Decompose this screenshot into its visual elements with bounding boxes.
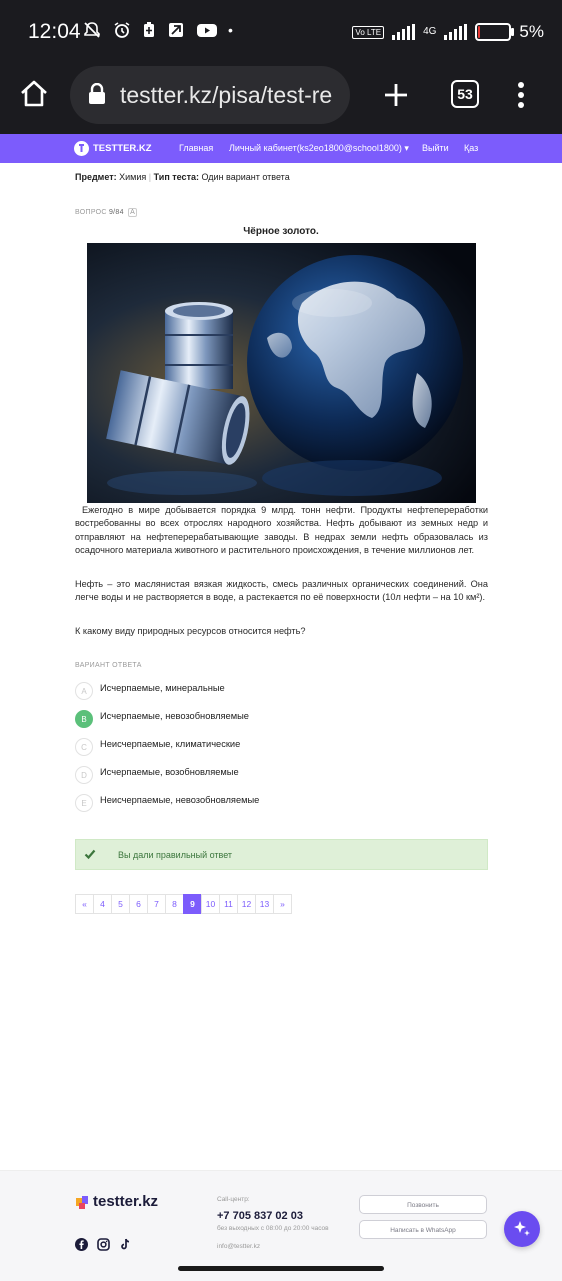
option-b-text[interactable]: Исчерпаемые, невозобновляемые [100, 711, 249, 721]
nav-logout[interactable]: Выйти [422, 143, 449, 153]
page-link[interactable]: 4 [93, 894, 112, 914]
sparkle-assistant-button[interactable] [504, 1211, 540, 1247]
email-link[interactable]: info@testter.kz [217, 1243, 260, 1250]
more-notifications-icon: • [228, 22, 233, 38]
question-image [87, 243, 476, 503]
subject-value: Химия [119, 172, 147, 182]
pagination: « 4 5 6 7 8 9 10 11 12 13 » [75, 894, 292, 914]
subject-label: Предмет: [75, 172, 117, 182]
volte-badge: Vo LTE [352, 25, 385, 39]
mute-icon [82, 20, 102, 45]
option-c-marker[interactable]: C [75, 738, 93, 756]
test-meta: Предмет: Химия | Тип теста: Один вариант… [75, 172, 290, 182]
page-link[interactable]: 12 [237, 894, 256, 914]
page-link[interactable]: 7 [147, 894, 166, 914]
option-e-marker[interactable]: E [75, 794, 93, 812]
page-link[interactable]: 6 [129, 894, 148, 914]
page-link[interactable]: 13 [255, 894, 274, 914]
brand-logo-icon[interactable] [74, 141, 89, 156]
url-text[interactable]: testter.kz/pisa/test-re [120, 82, 342, 109]
footer-logo-icon[interactable] [74, 1194, 90, 1215]
page-prev[interactable]: « [75, 894, 94, 914]
kebab-menu-icon[interactable] [514, 81, 528, 114]
call-center-label: Call-центр: [217, 1196, 250, 1203]
youtube-icon [196, 20, 218, 45]
check-icon [84, 848, 96, 863]
page-link[interactable]: 8 [165, 894, 184, 914]
work-hours: без выходных с 08:00 до 20:00 часов [217, 1225, 329, 1232]
footer-logo-text[interactable]: testter.kz [93, 1193, 158, 1210]
page-link[interactable]: 5 [111, 894, 130, 914]
phone-number[interactable]: +7 705 837 02 03 [217, 1210, 303, 1222]
nav-language[interactable]: Қаз [464, 143, 478, 153]
question-counter: ВОПРОС 9/84 A [75, 208, 138, 217]
page-next[interactable]: » [273, 894, 292, 914]
question-paragraph-2: Нефть – это маслянистая вязкая жидкость,… [75, 579, 488, 603]
whatsapp-button[interactable]: Написать в WhatsApp [359, 1220, 487, 1239]
page-link[interactable]: 11 [219, 894, 238, 914]
signal-icon-2 [444, 24, 468, 40]
result-text: Вы дали правильный ответ [118, 850, 233, 860]
brand-name[interactable]: TESTTER.KZ [93, 143, 152, 154]
type-value: Один вариант ответа [201, 172, 290, 182]
network-type: 4G [423, 26, 437, 37]
option-e-text[interactable]: Неисчерпаемые, невозобновляемые [100, 795, 259, 805]
type-label: Тип теста: [153, 172, 199, 182]
battery-percent: 5% [519, 22, 544, 41]
tiktok-icon[interactable] [119, 1238, 132, 1251]
facebook-icon[interactable] [75, 1238, 88, 1251]
battery-saver-icon [142, 20, 156, 45]
page-link[interactable]: 10 [201, 894, 220, 914]
question-counter-prefix: ВОПРОС [75, 209, 107, 216]
alarm-icon [112, 20, 132, 45]
plus-icon[interactable] [382, 81, 410, 114]
battery-icon [475, 23, 515, 41]
status-time: 12:04 [28, 20, 81, 43]
report-icon[interactable]: A [128, 208, 138, 217]
option-a-marker[interactable]: A [75, 682, 93, 700]
signal-icon [392, 24, 416, 40]
question-number: 9/84 [108, 209, 124, 216]
question-prompt: К какому виду природных ресурсов относит… [75, 626, 306, 636]
notification-icons: • [82, 20, 233, 45]
option-c-text[interactable]: Неисчерпаемые, климатические [100, 739, 240, 749]
status-right: Vo LTE 4G 5% [352, 22, 544, 42]
home-indicator[interactable] [178, 1266, 384, 1271]
tabs-icon[interactable]: 53 [451, 80, 479, 108]
nav-account[interactable]: Личный кабинет(ks2eo1800@school1800) ▾ [229, 143, 409, 154]
instagram-icon[interactable] [97, 1238, 110, 1251]
question-title: Чёрное золото. [243, 226, 319, 237]
option-d-marker[interactable]: D [75, 766, 93, 784]
question-paragraph-1: Ежегодно в мире добывается порядка 9 млр… [75, 505, 488, 556]
home-icon[interactable] [18, 78, 50, 115]
call-button[interactable]: Позвонить [359, 1195, 487, 1214]
option-d-text[interactable]: Исчерпаемые, возобновляемые [100, 767, 239, 777]
option-a-text[interactable]: Исчерпаемые, минеральные [100, 683, 225, 693]
battery-level [478, 26, 481, 38]
page-link-active[interactable]: 9 [183, 894, 202, 914]
nav-home[interactable]: Главная [179, 143, 213, 153]
app-notification-icon [166, 20, 186, 45]
option-b-marker[interactable]: B [75, 710, 93, 728]
lock-icon[interactable] [88, 82, 106, 110]
answers-label: ВАРИАНТ ОТВЕТА [75, 662, 142, 669]
